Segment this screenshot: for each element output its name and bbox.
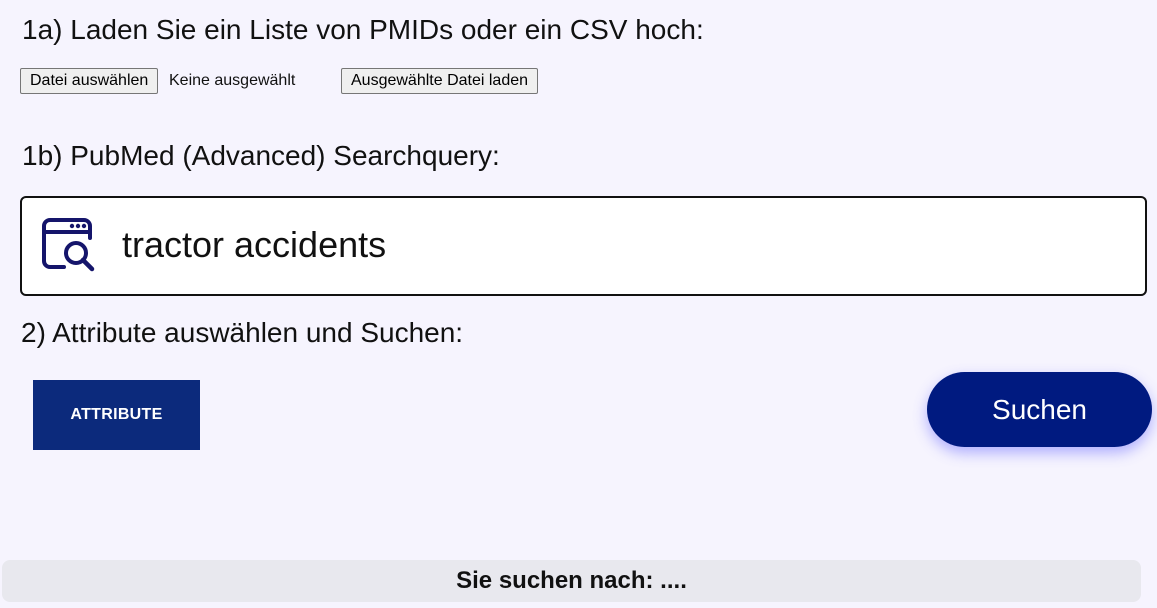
search-button[interactable]: Suchen [927, 372, 1152, 447]
search-status-text: Sie suchen nach: .... [456, 567, 687, 594]
search-status-bar: Sie suchen nach: .... [2, 560, 1141, 602]
choose-file-button[interactable]: Datei auswählen [20, 68, 159, 94]
attribute-button[interactable]: ATTRIBUTE [33, 380, 200, 450]
browser-search-icon [40, 216, 98, 274]
load-file-button[interactable]: Ausgewählte Datei laden [341, 68, 539, 94]
search-query-box[interactable] [20, 196, 1147, 296]
attributes-heading: 2) Attribute auswählen und Suchen: [21, 317, 464, 348]
file-status-text: Keine ausgewählt [169, 72, 296, 89]
search-query-heading: 1b) PubMed (Advanced) Searchquery: [22, 140, 500, 171]
search-query-input[interactable] [122, 216, 1122, 274]
upload-heading: 1a) Laden Sie ein Liste von PMIDs oder e… [22, 14, 704, 45]
